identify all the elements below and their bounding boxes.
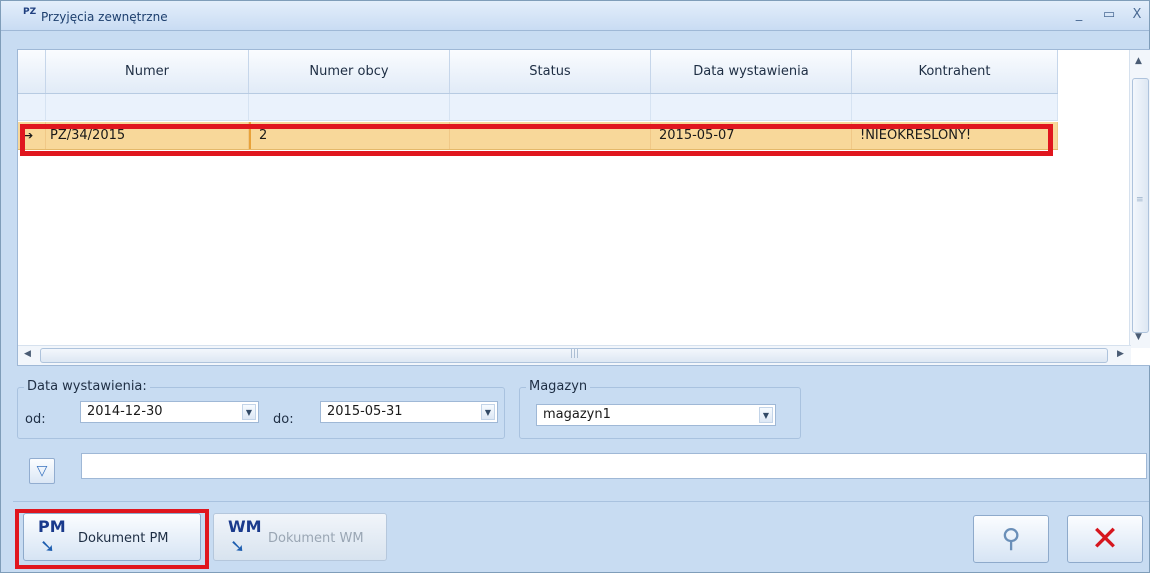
filter-row-indicator: [18, 94, 46, 120]
table-row[interactable]: ➔ PZ/34/2015 2 2015-05-07 !NIEOKREŚLONY!: [18, 122, 1058, 150]
magazyn-value: magazyn1: [543, 407, 611, 422]
dokument-wm-button[interactable]: WM ➘ Dokument WM: [213, 513, 387, 561]
filter-cell-kontrahent[interactable]: [852, 94, 1058, 120]
magnifier-icon[interactable]: ⚲: [973, 515, 1049, 563]
column-header-status[interactable]: Status: [450, 50, 651, 93]
divider: [13, 501, 1149, 502]
filter-cell-numer[interactable]: [46, 94, 249, 120]
od-label: od:: [25, 412, 46, 427]
cell-kontrahent[interactable]: !NIEOKREŚLONY!: [852, 122, 1058, 149]
chevron-down-icon[interactable]: ▼: [481, 404, 495, 420]
column-header-numer[interactable]: Numer: [46, 50, 249, 93]
wm-arrow-icon: ➘: [230, 536, 246, 557]
cell-numer-obcy[interactable]: 2: [249, 122, 450, 149]
cell-numer[interactable]: PZ/34/2015: [46, 122, 249, 149]
documents-grid: Numer Numer obcy Status Data wystawienia…: [17, 49, 1150, 366]
do-date-picker[interactable]: 2015-05-31 ▼: [320, 401, 498, 423]
column-header-numer-obcy[interactable]: Numer obcy: [249, 50, 450, 93]
magazyn-group-title: Magazyn: [526, 379, 591, 394]
scroll-up-icon[interactable]: ▲: [1135, 56, 1142, 66]
filter-cell-data[interactable]: [651, 94, 852, 120]
vertical-scroll-thumb[interactable]: [1132, 78, 1149, 333]
close-window-button[interactable]: X: [1129, 7, 1145, 23]
pm-doc-icon: PM: [38, 517, 66, 536]
dokument-pm-button[interactable]: PM ➘ Dokument PM: [23, 513, 201, 561]
scroll-down-icon[interactable]: ▼: [1135, 332, 1142, 342]
do-date-value: 2015-05-31: [327, 404, 403, 419]
od-date-picker[interactable]: 2014-12-30 ▼: [80, 401, 259, 423]
dokument-pm-label: Dokument PM: [78, 531, 169, 546]
filter-cell-numer-obcy[interactable]: [249, 94, 450, 120]
filter-cell-status[interactable]: [450, 94, 651, 120]
red-x-icon[interactable]: ✕: [1067, 515, 1143, 563]
dokument-wm-label: Dokument WM: [268, 531, 364, 546]
cell-data-wystawienia[interactable]: 2015-05-07: [651, 122, 852, 149]
column-header-kontrahent[interactable]: Kontrahent: [852, 50, 1058, 93]
scroll-left-icon[interactable]: ◀: [24, 349, 31, 359]
chevron-down-icon[interactable]: ▼: [242, 404, 256, 420]
do-label: do:: [273, 412, 294, 427]
pz-app-icon: PZ: [23, 7, 37, 17]
magazyn-select[interactable]: magazyn1 ▼: [536, 404, 776, 426]
search-input[interactable]: [81, 453, 1147, 479]
window-title: Przyjęcia zewnętrzne: [41, 10, 168, 24]
vertical-scrollbar[interactable]: ▲ ≡ ▼: [1129, 50, 1150, 348]
cell-status[interactable]: [450, 122, 651, 149]
window: PZ Przyjęcia zewnętrzne _ ▭ X Numer Nume…: [0, 0, 1150, 573]
scroll-grip-icon: ≡: [1136, 195, 1144, 205]
funnel-icon[interactable]: ▽: [29, 458, 55, 484]
row-indicator-arrow-icon: ➔: [18, 122, 46, 149]
wm-doc-icon: WM: [228, 517, 262, 536]
date-group-title: Data wystawienia:: [24, 379, 150, 394]
title-bar: PZ Przyjęcia zewnętrzne _ ▭ X: [1, 1, 1149, 31]
maximize-button[interactable]: ▭: [1101, 7, 1117, 23]
pm-arrow-icon: ➘: [40, 536, 56, 557]
chevron-down-icon[interactable]: ▼: [759, 407, 773, 423]
grid-filter-row[interactable]: [18, 94, 1058, 121]
scroll-right-icon[interactable]: ▶: [1117, 349, 1124, 359]
minimize-button[interactable]: _: [1071, 7, 1087, 23]
column-header-data-wystawienia[interactable]: Data wystawienia: [651, 50, 852, 93]
grid-header: Numer Numer obcy Status Data wystawienia…: [18, 50, 1058, 94]
header-indicator-cell: [18, 50, 46, 93]
horizontal-scrollbar[interactable]: ◀ ||| ▶: [18, 345, 1131, 365]
hscroll-grip-icon: |||: [570, 349, 580, 359]
od-date-value: 2014-12-30: [87, 404, 163, 419]
